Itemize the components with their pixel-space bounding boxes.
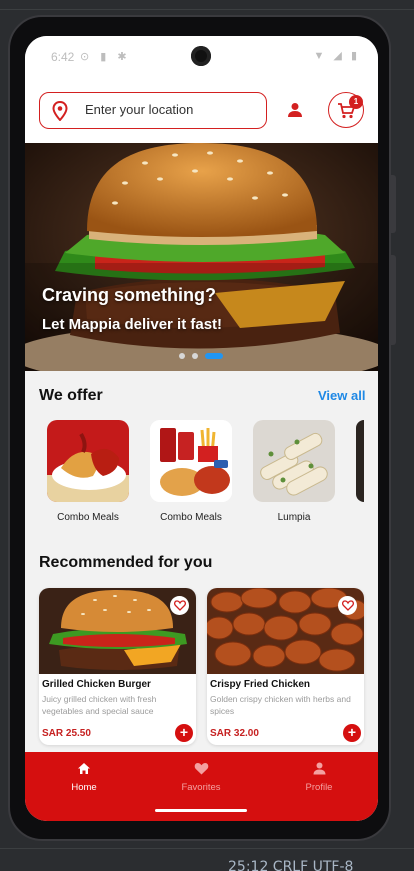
gesture-home-bar[interactable] [155,809,247,812]
nav-home[interactable]: Home [44,762,124,793]
device-power-button [391,175,396,233]
cart-count-badge: 1 [349,95,363,109]
location-pin-icon [52,100,68,126]
product-card[interactable]: Crispy Fried Chicken Golden crispy chick… [207,588,364,745]
device-volume-button [391,255,396,345]
nav-profile-label: Profile [305,782,333,793]
recommended-section-title: Recommended for you [39,554,213,571]
status-signal-battery-icons: ▼ ◢ ▮ [313,50,360,62]
nav-favorites[interactable]: Favorites [161,762,241,793]
offer-item[interactable]: Combo Meals [150,420,232,523]
cart-button[interactable]: 1 [328,92,364,128]
nav-favorites-label: Favorites [181,782,221,793]
offer-item[interactable]: Lumpia [253,420,335,523]
product-card[interactable]: Grilled Chicken Burger Juicy grilled chi… [39,588,196,745]
burger-banner-image [25,143,378,371]
product-price: SAR 32.00 [210,728,259,739]
offers-section-title: We offer [39,387,103,404]
ide-status-text: 25:12 CRLF UTF-8 [228,859,354,871]
bottom-navigation: Home Favorites Profile [25,752,378,821]
product-price: SAR 25.50 [42,728,91,739]
camera-cutout [191,46,211,66]
offer-image [47,420,129,502]
product-description: Juicy grilled chicken with fresh vegetab… [42,694,157,716]
home-icon [77,762,91,779]
app-header: Enter your location 1 [25,78,378,143]
status-time: 6:42 [51,50,75,64]
nav-home-label: Home [71,782,97,793]
status-bar: 6:42 ⊙ ▮ ✱ ▼ ◢ ▮ [25,36,378,78]
location-placeholder: Enter your location [85,102,194,117]
person-icon [313,762,326,779]
hero-banner[interactable]: Craving something? Let Mappia deliver it… [25,143,378,371]
hero-title: Craving something? [42,285,217,305]
app-screen: 6:42 ⊙ ▮ ✱ ▼ ◢ ▮ Enter your location 1 C… [25,36,378,821]
ide-status-bar: 25:12 CRLF UTF-8 [0,848,414,871]
user-icon[interactable] [287,102,303,123]
status-notification-icons: ⊙ ▮ ✱ [80,51,131,63]
product-name: Grilled Chicken Burger [42,679,151,690]
product-description: Golden crispy chicken with herbs and spi… [210,694,351,716]
offer-label: Combo Meals [57,512,119,523]
offer-image [253,420,335,502]
favorite-button[interactable] [338,596,357,615]
carousel-dot[interactable] [192,353,198,359]
heart-icon [194,762,209,779]
carousel-dot[interactable] [179,353,185,359]
favorite-button[interactable] [170,596,189,615]
offer-image [150,420,232,502]
heart-outline-icon [173,598,186,615]
offer-item-partial[interactable] [356,420,364,502]
offer-label: Lumpia [277,512,311,523]
nav-profile[interactable]: Profile [279,762,359,793]
ide-top-bar [0,0,414,10]
view-all-link[interactable]: View all [318,388,365,403]
offer-item[interactable]: Combo Meals [47,420,129,523]
add-to-cart-button[interactable]: + [343,724,361,742]
offer-label: Combo Meals [160,512,222,523]
heart-outline-icon [341,598,354,615]
hero-subtitle: Let Mappia deliver it fast! [42,316,223,333]
add-to-cart-button[interactable]: + [175,724,193,742]
location-input[interactable]: Enter your location [39,92,267,129]
carousel-dot-active[interactable] [205,353,223,359]
product-name: Crispy Fried Chicken [210,679,311,690]
